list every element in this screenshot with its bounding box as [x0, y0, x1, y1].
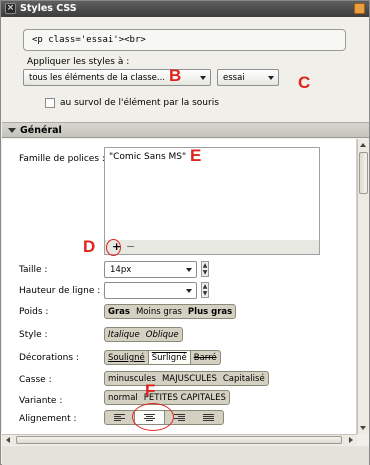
hover-checkbox-label: au survol de l'élément par la souris	[60, 98, 219, 108]
font-family-item[interactable]: "Comic Sans MS"	[109, 152, 186, 162]
variant-normal-button[interactable]: normal	[105, 391, 141, 404]
decoration-overline-button[interactable]: Surligné	[147, 351, 191, 364]
annotation-circle-add	[106, 239, 121, 256]
apply-styles-label: Appliquer les styles à :	[27, 57, 130, 67]
variant-segmented: normal PETITES CAPITALES	[104, 390, 230, 405]
chevron-down-icon	[186, 268, 192, 272]
size-spinner[interactable]: ▲ ▼	[201, 261, 209, 277]
weight-bolder-button[interactable]: Plus gras	[185, 305, 235, 318]
weight-label: Poids :	[19, 307, 49, 317]
chevron-down-icon	[186, 289, 192, 293]
style-segmented: Italique Oblique	[104, 327, 183, 342]
case-segmented: minuscules MAJUSCULES Capitalisé	[104, 371, 269, 386]
collapse-triangle-icon	[8, 128, 16, 133]
panel-footer	[2, 446, 369, 465]
horizontal-scrollbar[interactable]	[2, 434, 357, 445]
vertical-scroll-thumb[interactable]	[359, 152, 368, 194]
scroll-down-icon[interactable]	[360, 426, 366, 430]
case-uppercase-button[interactable]: MAJUSCULES	[159, 372, 220, 385]
weight-segmented: Gras Moins gras Plus gras	[104, 304, 237, 319]
annotation-circle-align	[132, 403, 174, 431]
window-title: Styles CSS	[20, 3, 77, 14]
align-label: Alignement :	[19, 414, 77, 424]
style-italic-button[interactable]: Italique	[105, 328, 143, 341]
chevron-down-icon	[200, 76, 206, 80]
case-label: Casse :	[19, 375, 52, 385]
class-name-select[interactable]: essai	[217, 69, 279, 86]
styles-css-panel: × Styles CSS <p class='essai'><br> Appli…	[0, 0, 370, 465]
align-left-button[interactable]	[105, 411, 134, 424]
apply-scope-select[interactable]: tous les éléments de la classe...	[23, 69, 211, 86]
decoration-label: Décorations :	[19, 353, 79, 363]
size-value: 14px	[110, 265, 132, 275]
horizontal-scroll-thumb[interactable]	[16, 436, 342, 444]
annotation-d: D	[83, 237, 96, 256]
size-input[interactable]: 14px	[104, 261, 197, 278]
font-list-toolbar: + −	[104, 240, 320, 255]
close-icon[interactable]: ×	[5, 3, 16, 14]
scroll-right-icon[interactable]	[349, 437, 353, 443]
scroll-up-icon[interactable]	[360, 143, 366, 147]
variant-label: Variante :	[19, 396, 63, 406]
case-capitalize-button[interactable]: Capitalisé	[220, 372, 268, 385]
selector-display: <p class='essai'><br>	[23, 29, 346, 51]
align-justify-button[interactable]	[194, 411, 223, 424]
scroll-left-icon[interactable]	[6, 437, 10, 443]
detach-icon[interactable]	[354, 3, 365, 14]
font-family-list[interactable]: "Comic Sans MS"	[104, 147, 320, 241]
annotation-c: C	[298, 73, 311, 92]
remove-font-button[interactable]: −	[126, 240, 135, 253]
annotation-e: E	[190, 146, 202, 165]
vertical-scrollbar[interactable]	[357, 139, 369, 434]
annotation-f: F	[145, 381, 156, 400]
line-height-input[interactable]	[104, 282, 197, 299]
title-bar: × Styles CSS	[1, 1, 369, 17]
chevron-down-icon	[268, 76, 274, 80]
annotation-b: B	[169, 66, 182, 85]
line-height-label: Hauteur de ligne :	[19, 286, 101, 296]
style-label: Style :	[19, 330, 48, 340]
decoration-underline-button[interactable]: Souligné	[105, 351, 148, 364]
align-justify-icon	[203, 414, 232, 421]
apply-scope-value: tous les éléments de la classe...	[29, 73, 165, 83]
class-name-value: essai	[223, 73, 245, 83]
section-title: Général	[20, 125, 62, 136]
weight-bold-button[interactable]: Gras	[105, 305, 133, 318]
weight-lighter-button[interactable]: Moins gras	[133, 305, 185, 318]
section-general-header[interactable]: Général	[2, 122, 369, 138]
decoration-strike-button[interactable]: Barré	[191, 351, 220, 364]
line-height-spinner[interactable]: ▲ ▼	[201, 282, 209, 298]
font-family-label: Famille de polices :	[19, 154, 105, 164]
hover-checkbox[interactable]	[45, 98, 55, 108]
style-oblique-button[interactable]: Oblique	[143, 328, 182, 341]
decoration-segmented: Souligné Surligné Barré	[104, 350, 221, 365]
size-label: Taille :	[19, 265, 48, 275]
